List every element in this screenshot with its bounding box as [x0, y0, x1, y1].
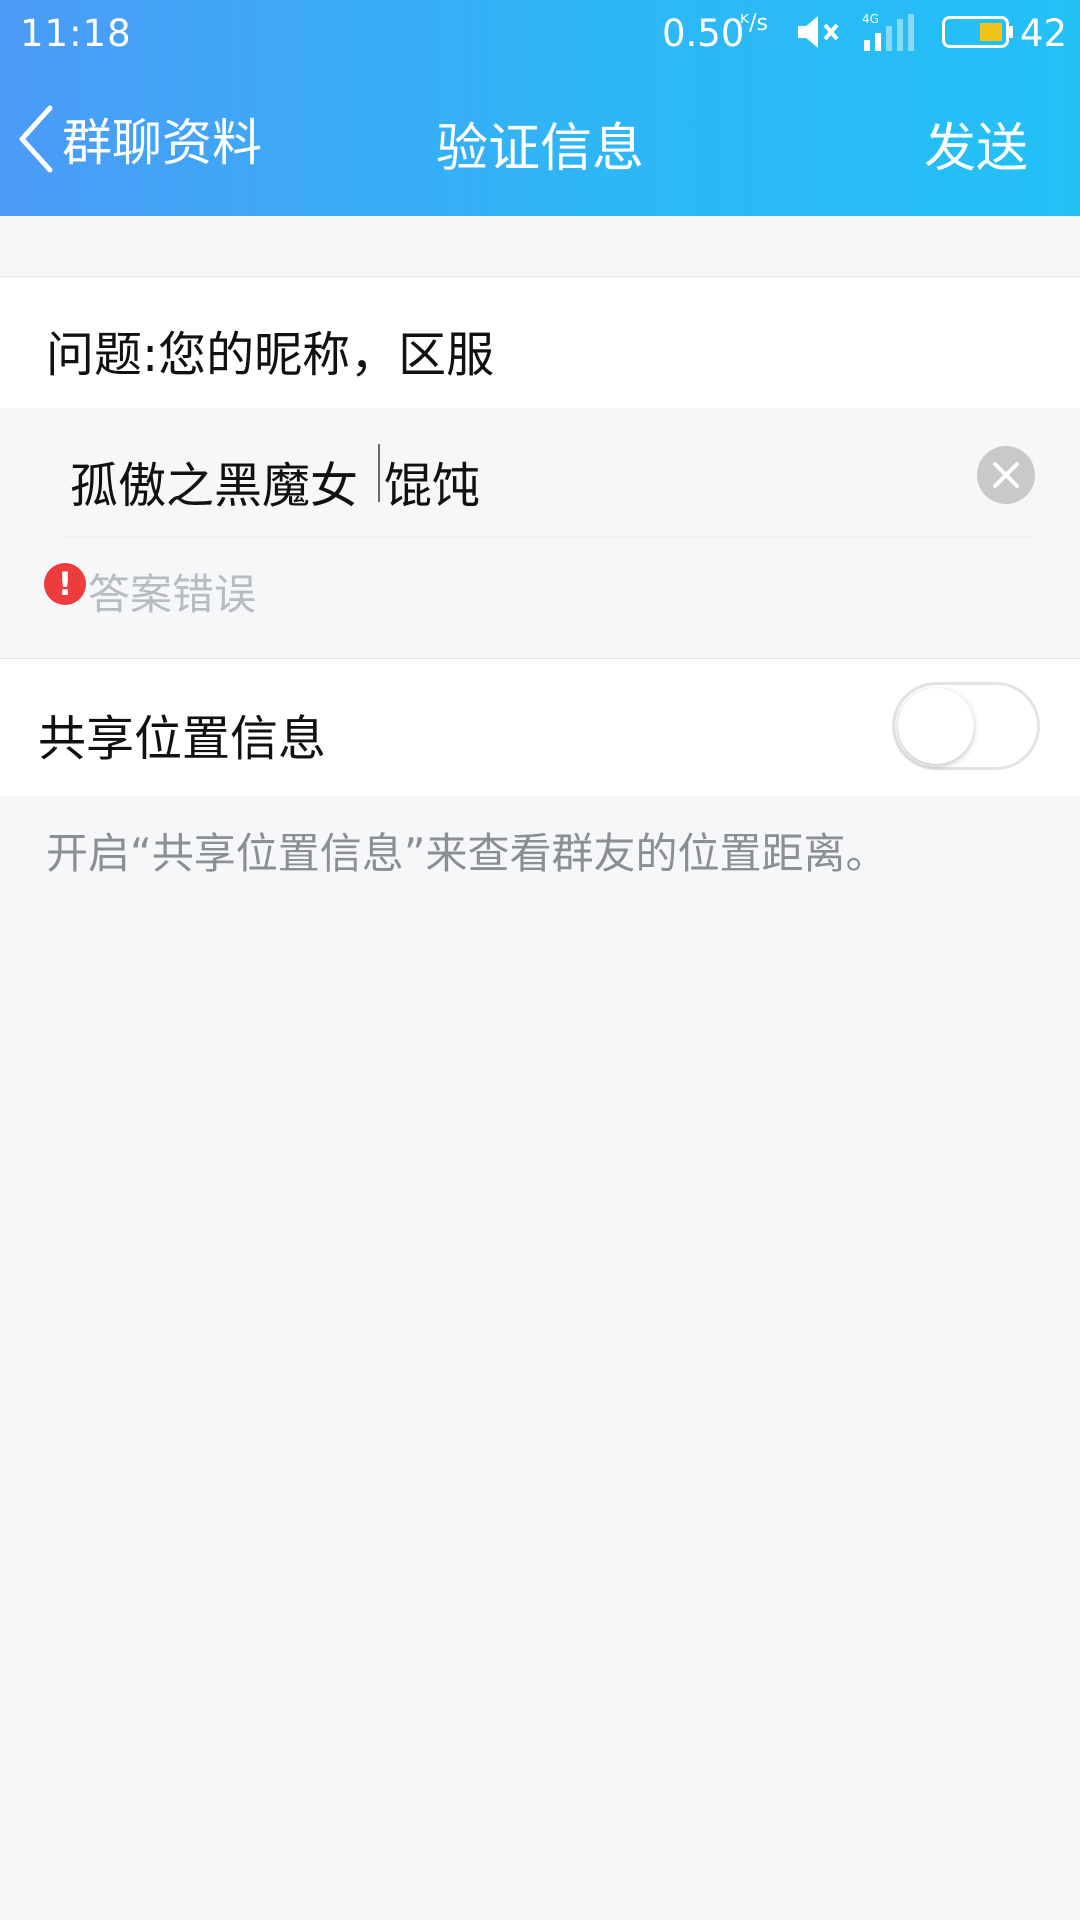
- send-button[interactable]: 发送: [924, 106, 1028, 181]
- error-message: ! 答案错误: [0, 545, 1080, 625]
- header: 11:18 0.50 ᴷ/s 4G 42 群聊资料 验证信息 发送: [0, 0, 1080, 216]
- status-time: 11:18: [20, 12, 132, 55]
- signal-icon: 4G: [862, 12, 914, 51]
- signal-type-label: 4G: [862, 12, 879, 26]
- mute-icon: [798, 16, 839, 48]
- answer-text-part2: 馄饨: [384, 458, 481, 514]
- status-bar: 11:18 0.50 ᴷ/s 4G 42: [0, 0, 1080, 66]
- answer-input[interactable]: 孤傲之黑魔女 馄饨: [0, 408, 1080, 538]
- share-location-label: 共享位置信息: [38, 711, 327, 767]
- question-text: 问题:您的昵称，区服: [46, 327, 495, 383]
- close-icon: [993, 462, 1019, 488]
- toggle-knob: [898, 688, 974, 764]
- share-location-toggle[interactable]: [892, 682, 1040, 770]
- text-cursor: [378, 444, 380, 502]
- question-row: 问题:您的昵称，区服: [0, 276, 1080, 408]
- battery-icon: [942, 16, 1013, 48]
- input-underline: [64, 536, 1034, 538]
- page-title: 验证信息: [435, 119, 644, 179]
- answer-text-part1: 孤傲之黑魔女: [70, 458, 374, 514]
- clear-input-button[interactable]: [977, 446, 1035, 504]
- error-text: 答案错误: [88, 570, 257, 619]
- navigation-bar: 群聊资料 验证信息 发送: [0, 66, 1080, 216]
- network-speed-unit: ᴷ/s: [740, 11, 768, 36]
- network-speed: 0.50: [662, 12, 745, 55]
- share-location-row: 共享位置信息: [0, 658, 1080, 796]
- share-location-hint: 开启“共享位置信息”来查看群友的位置距离。: [46, 829, 888, 878]
- battery-level: 42: [1020, 12, 1068, 55]
- error-icon: !: [44, 563, 86, 605]
